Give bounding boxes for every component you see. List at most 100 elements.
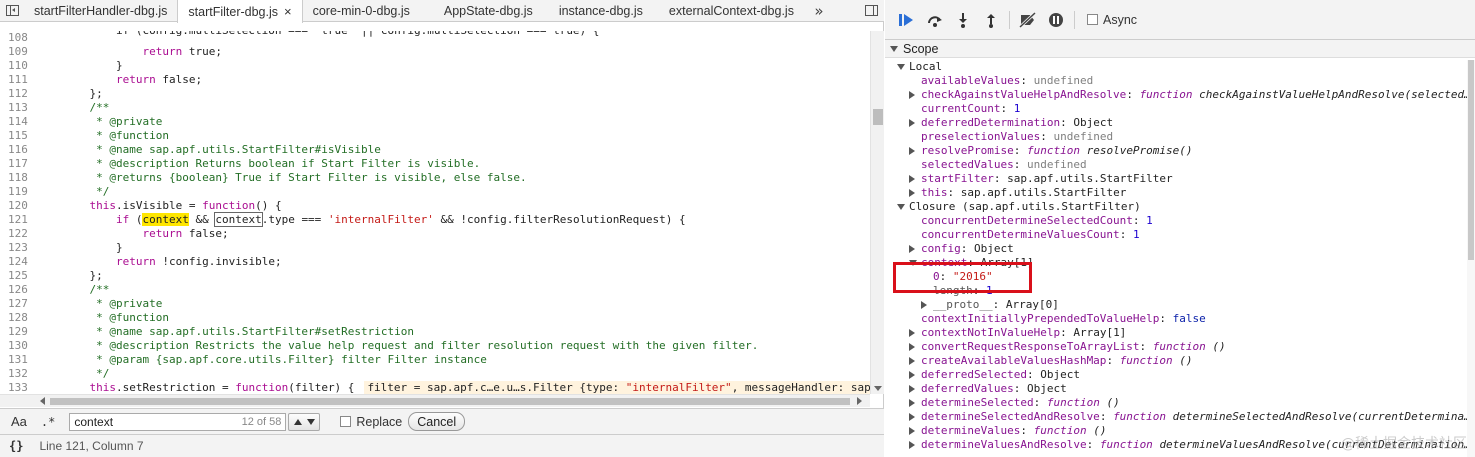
line-number[interactable]: 133 — [0, 381, 36, 394]
replace-checkbox[interactable] — [340, 416, 352, 427]
expand-arrow-icon[interactable] — [909, 329, 915, 337]
code-line[interactable]: 115 * @function — [0, 129, 870, 143]
scope-variable[interactable]: checkAgainstValueHelpAndResolve: functio… — [885, 88, 1467, 102]
tab-instance[interactable]: instance-dbg.js — [543, 0, 653, 21]
line-number[interactable]: 118 — [0, 171, 36, 185]
expand-arrow-icon[interactable] — [909, 399, 915, 407]
line-number[interactable]: 131 — [0, 353, 36, 367]
scope-variable[interactable]: deferredSelected: Object — [885, 368, 1467, 382]
expand-arrow-icon[interactable] — [921, 301, 927, 309]
line-number[interactable]: 117 — [0, 157, 36, 171]
scope-variable[interactable]: resolvePromise: function resolvePromise(… — [885, 144, 1467, 158]
close-icon[interactable]: × — [284, 4, 292, 19]
code-line[interactable]: 109 return true; — [0, 45, 870, 59]
expand-arrow-icon[interactable] — [909, 189, 915, 197]
code-line[interactable]: 132 */ — [0, 367, 870, 381]
toggle-navigator-button[interactable] — [0, 0, 24, 21]
search-input[interactable]: context 12 of 58 — [69, 412, 287, 431]
code-line[interactable]: 128 * @function — [0, 311, 870, 325]
line-number[interactable]: 109 — [0, 45, 36, 59]
step-out-button[interactable] — [977, 9, 1005, 31]
code-line[interactable]: 131 * @param {sap.apf.core.utils.Filter}… — [0, 353, 870, 367]
tab-core-min[interactable]: core-min-0-dbg.js — [303, 0, 420, 21]
line-number[interactable]: 124 — [0, 255, 36, 269]
code-line[interactable]: 123 } — [0, 241, 870, 255]
expand-arrow-icon[interactable] — [909, 343, 915, 351]
cancel-button[interactable]: Cancel — [408, 412, 466, 431]
tab-startfilter[interactable]: startFilter-dbg.js × — [177, 0, 303, 23]
scroll-down-icon[interactable] — [874, 386, 882, 391]
step-over-button[interactable] — [921, 9, 949, 31]
scope-variable[interactable]: config: Object — [885, 242, 1467, 256]
code-line[interactable]: 124 return !config.invisible; — [0, 255, 870, 269]
code-line[interactable]: 129 * @name sap.apf.utils.StartFilter#se… — [0, 325, 870, 339]
line-number[interactable]: 121 — [0, 213, 36, 227]
line-number[interactable]: 112 — [0, 87, 36, 101]
expand-arrow-icon[interactable] — [909, 175, 915, 183]
line-number[interactable]: 108 — [0, 31, 36, 45]
code-line[interactable]: 114 * @private — [0, 115, 870, 129]
line-number[interactable]: 123 — [0, 241, 36, 255]
line-number[interactable]: 130 — [0, 339, 36, 353]
expand-arrow-icon[interactable] — [909, 427, 915, 435]
scope-section-header[interactable]: Scope — [885, 40, 1475, 58]
line-number[interactable]: 129 — [0, 325, 36, 339]
regex-button[interactable]: .* — [41, 415, 55, 429]
code-line[interactable]: 108 if (config.multiSelection === 'true'… — [0, 31, 870, 45]
tab-startfilterhandler[interactable]: startFilterHandler-dbg.js — [24, 0, 177, 21]
line-number[interactable]: 113 — [0, 101, 36, 115]
step-into-button[interactable] — [949, 9, 977, 31]
line-number[interactable]: 125 — [0, 269, 36, 283]
code-line[interactable]: 119 */ — [0, 185, 870, 199]
more-tabs-icon[interactable]: » — [804, 0, 834, 21]
code-line[interactable]: 122 return false; — [0, 227, 870, 241]
line-number[interactable]: 120 — [0, 199, 36, 213]
previous-match-icon[interactable] — [293, 418, 302, 425]
scope-variable[interactable]: deferredDetermination: Object — [885, 116, 1467, 130]
scope-variable[interactable]: __proto__: Array[0] — [885, 298, 1467, 312]
code-line[interactable]: 117 * @description Returns boolean if St… — [0, 157, 870, 171]
code-line[interactable]: 113 /** — [0, 101, 870, 115]
scope-variable[interactable]: startFilter: sap.apf.utils.StartFilter — [885, 172, 1467, 186]
expand-arrow-icon[interactable] — [909, 413, 915, 421]
code-line[interactable]: 116 * @name sap.apf.utils.StartFilter#is… — [0, 143, 870, 157]
expand-arrow-icon[interactable] — [909, 119, 915, 127]
scrollbar-thumb[interactable] — [1468, 60, 1474, 260]
scope-scrollbar[interactable] — [1467, 60, 1475, 457]
code-line[interactable]: 118 * @returns {boolean} True if Start F… — [0, 171, 870, 185]
scrollbar-thumb[interactable] — [873, 109, 883, 125]
line-number[interactable]: 132 — [0, 367, 36, 381]
expand-arrow-icon[interactable] — [909, 357, 915, 365]
scroll-right-icon[interactable] — [857, 397, 862, 405]
expand-arrow-icon[interactable] — [909, 91, 915, 99]
code-line[interactable]: 130 * @description Restricts the value h… — [0, 339, 870, 353]
scope-group[interactable]: Local — [885, 60, 1467, 74]
expand-arrow-icon[interactable] — [909, 441, 915, 449]
expand-arrow-icon[interactable] — [909, 245, 915, 253]
line-number[interactable]: 116 — [0, 143, 36, 157]
code-line[interactable]: 133 this.setRestriction = function(filte… — [0, 381, 870, 394]
scope-variable[interactable]: determineSelectedAndResolve: function de… — [885, 410, 1467, 424]
line-number[interactable]: 127 — [0, 297, 36, 311]
scroll-left-icon[interactable] — [40, 397, 45, 405]
search-nav-buttons[interactable] — [288, 412, 321, 431]
collapse-arrow-icon[interactable] — [897, 64, 905, 70]
line-number[interactable]: 126 — [0, 283, 36, 297]
line-number[interactable]: 110 — [0, 59, 36, 73]
code-line[interactable]: 110 } — [0, 59, 870, 73]
editor-horizontal-scrollbar[interactable] — [0, 394, 870, 407]
code-line[interactable]: 112 }; — [0, 87, 870, 101]
scope-variable[interactable]: this: sap.apf.utils.StartFilter — [885, 186, 1467, 200]
line-number[interactable]: 114 — [0, 115, 36, 129]
line-number[interactable]: 111 — [0, 73, 36, 87]
match-case-button[interactable]: Aa — [11, 414, 27, 429]
expand-arrow-icon[interactable] — [909, 385, 915, 393]
pretty-print-button[interactable]: {} — [9, 439, 23, 453]
tab-appstate[interactable]: AppState-dbg.js — [420, 0, 543, 21]
deactivate-breakpoints-button[interactable] — [1014, 9, 1042, 31]
line-number[interactable]: 128 — [0, 311, 36, 325]
next-match-icon[interactable] — [306, 418, 315, 425]
scope-variable[interactable]: contextNotInValueHelp: Array[1] — [885, 326, 1467, 340]
editor-vertical-scrollbar[interactable] — [870, 31, 884, 394]
collapse-arrow-icon[interactable] — [897, 204, 905, 210]
